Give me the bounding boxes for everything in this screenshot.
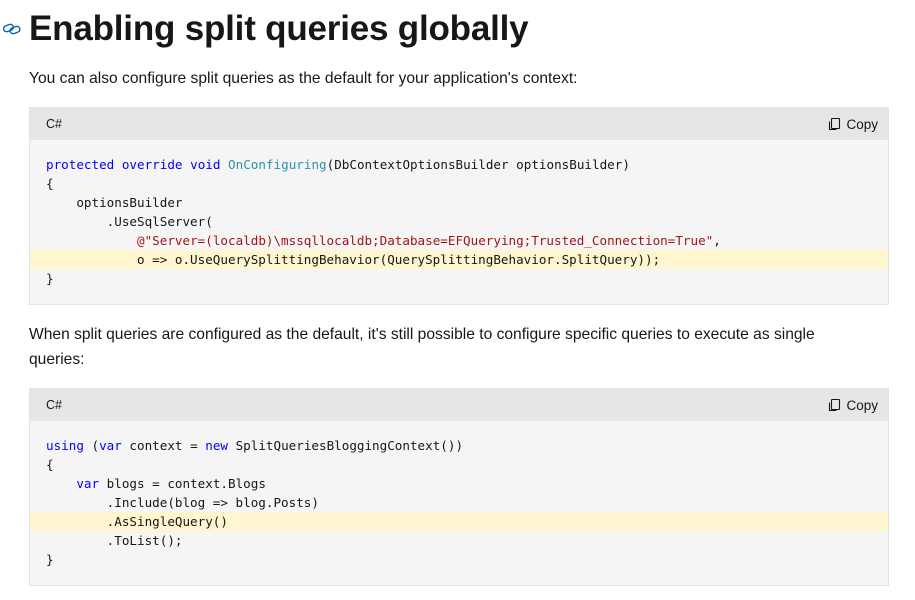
code-block-2: C# Copy using (var context = new SplitQu… bbox=[29, 388, 889, 586]
highlighted-code-line: o => o.UseQuerySplittingBehavior(QuerySp… bbox=[30, 250, 888, 269]
copy-icon bbox=[829, 117, 841, 131]
code-header: C# Copy bbox=[30, 108, 888, 140]
code-block-1: C# Copy protected override void OnConfig… bbox=[29, 107, 889, 305]
copy-button[interactable]: Copy bbox=[827, 117, 878, 132]
link-icon[interactable] bbox=[2, 18, 24, 40]
copy-label: Copy bbox=[846, 397, 878, 413]
code-content: using (var context = new SplitQueriesBlo… bbox=[30, 421, 888, 569]
code-header: C# Copy bbox=[30, 389, 888, 421]
section-heading: Enabling split queries globally bbox=[0, 6, 529, 52]
code-line: var blogs = context.Blogs bbox=[76, 476, 266, 491]
code-line: @"Server=(localdb)\mssqllocaldb;Database… bbox=[137, 233, 721, 248]
copy-icon bbox=[829, 398, 841, 412]
copy-label: Copy bbox=[846, 116, 878, 132]
code-line: } bbox=[46, 552, 54, 567]
code-language: C# bbox=[46, 398, 62, 412]
code-line: .UseSqlServer( bbox=[46, 214, 213, 229]
highlighted-code-line: .AsSingleQuery() bbox=[30, 512, 888, 531]
page-title: Enabling split queries globally bbox=[29, 9, 529, 48]
second-paragraph: When split queries are configured as the… bbox=[29, 326, 815, 368]
code-content: protected override void OnConfiguring(Db… bbox=[30, 140, 888, 288]
code-line: using (var context = new SplitQueriesBlo… bbox=[46, 438, 464, 453]
code-line: protected override void OnConfiguring(Db… bbox=[46, 157, 630, 172]
code-line: .ToList(); bbox=[46, 533, 183, 548]
code-line: } bbox=[46, 271, 54, 286]
intro-paragraph: You can also configure split queries as … bbox=[29, 70, 578, 87]
code-line: { bbox=[46, 457, 54, 472]
code-line: optionsBuilder bbox=[46, 195, 183, 210]
copy-button[interactable]: Copy bbox=[827, 398, 878, 413]
code-language: C# bbox=[46, 117, 62, 131]
code-line: .Include(blog => blog.Posts) bbox=[46, 495, 319, 510]
code-line: { bbox=[46, 176, 54, 191]
